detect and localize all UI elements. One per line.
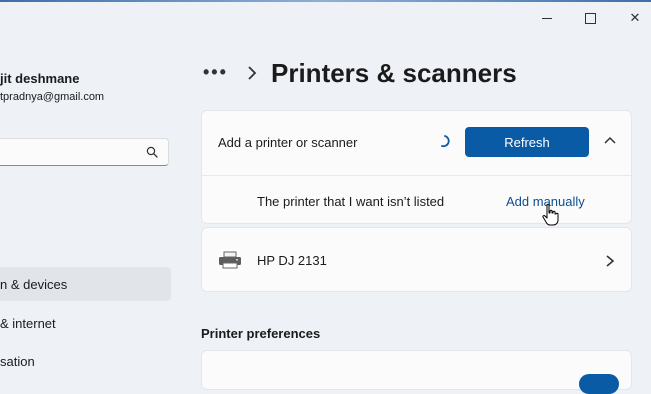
add-printer-label: Add a printer or scanner (218, 135, 358, 150)
printer-preferences-card (201, 350, 632, 394)
printer-name: HP DJ 2131 (257, 253, 327, 268)
minimize-button[interactable] (532, 8, 562, 28)
breadcrumb-more-button[interactable]: ••• (203, 62, 228, 83)
loading-spinner-icon (441, 135, 450, 148)
sidebar-item-label: sation (0, 353, 35, 369)
add-printer-card: Add a printer or scanner Refresh The pri… (201, 110, 632, 224)
printer-not-listed-label: The printer that I want isn’t listed (257, 194, 445, 209)
refresh-button[interactable]: Refresh (465, 127, 589, 157)
printer-item[interactable]: HP DJ 2131 (201, 227, 632, 292)
settings-search-input[interactable] (0, 138, 169, 166)
window-top-border (0, 0, 651, 2)
user-name: jit deshmane (0, 71, 80, 86)
sidebar-item-label: & internet (0, 315, 56, 331)
sidebar-item-network-internet[interactable]: & internet (0, 306, 171, 340)
printer-preferences-heading: Printer preferences (201, 326, 321, 341)
maximize-icon (584, 12, 596, 24)
close-button[interactable]: ✕ (620, 8, 650, 28)
minimize-icon (542, 17, 552, 19)
hand-pointer-cursor-icon (542, 203, 559, 226)
sidebar-item-label: n & devices (0, 276, 68, 292)
breadcrumb-chevron-icon (248, 66, 257, 80)
maximize-button[interactable] (575, 8, 605, 28)
page-title: Printers & scanners (271, 58, 517, 88)
printer-icon (219, 251, 241, 269)
sidebar-item-bluetooth-devices[interactable]: n & devices (0, 267, 171, 301)
card-divider (202, 175, 631, 176)
toggle-switch[interactable] (579, 374, 619, 394)
chevron-up-icon[interactable] (602, 133, 618, 149)
user-email: tpradnya@gmail.com (0, 91, 105, 103)
close-icon: ✕ (629, 10, 641, 25)
sidebar-item-personalisation[interactable]: sation (0, 344, 171, 378)
search-icon (146, 146, 158, 158)
chevron-right-icon (606, 255, 615, 267)
